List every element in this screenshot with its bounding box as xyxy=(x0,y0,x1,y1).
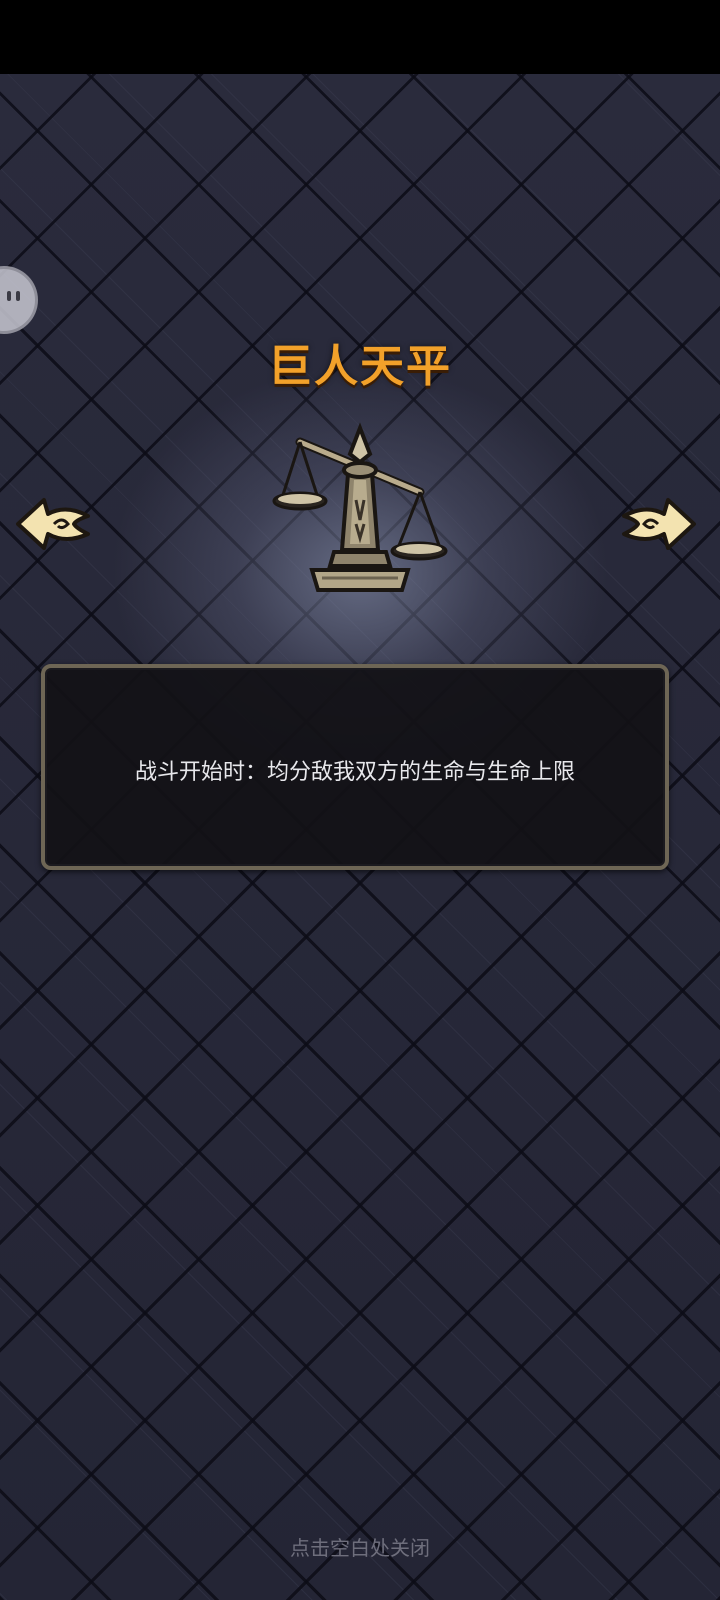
right-arrow-icon xyxy=(622,498,696,550)
previous-item-button[interactable] xyxy=(14,494,94,554)
item-title: 巨人天平 xyxy=(268,341,452,392)
close-hint: 点击空白处关闭 xyxy=(290,1536,430,1560)
item-description-panel: 战斗开始时：均分敌我双方的生命与生命上限 xyxy=(41,664,669,870)
item-description: 战斗开始时：均分敌我双方的生命与生命上限 xyxy=(134,760,575,785)
left-arrow-icon xyxy=(16,498,90,550)
status-bar xyxy=(0,0,720,74)
face-icon xyxy=(7,291,20,301)
balance-scale-icon xyxy=(270,420,450,600)
floating-assistant-bubble[interactable] xyxy=(0,266,38,334)
next-item-button[interactable] xyxy=(618,494,698,554)
